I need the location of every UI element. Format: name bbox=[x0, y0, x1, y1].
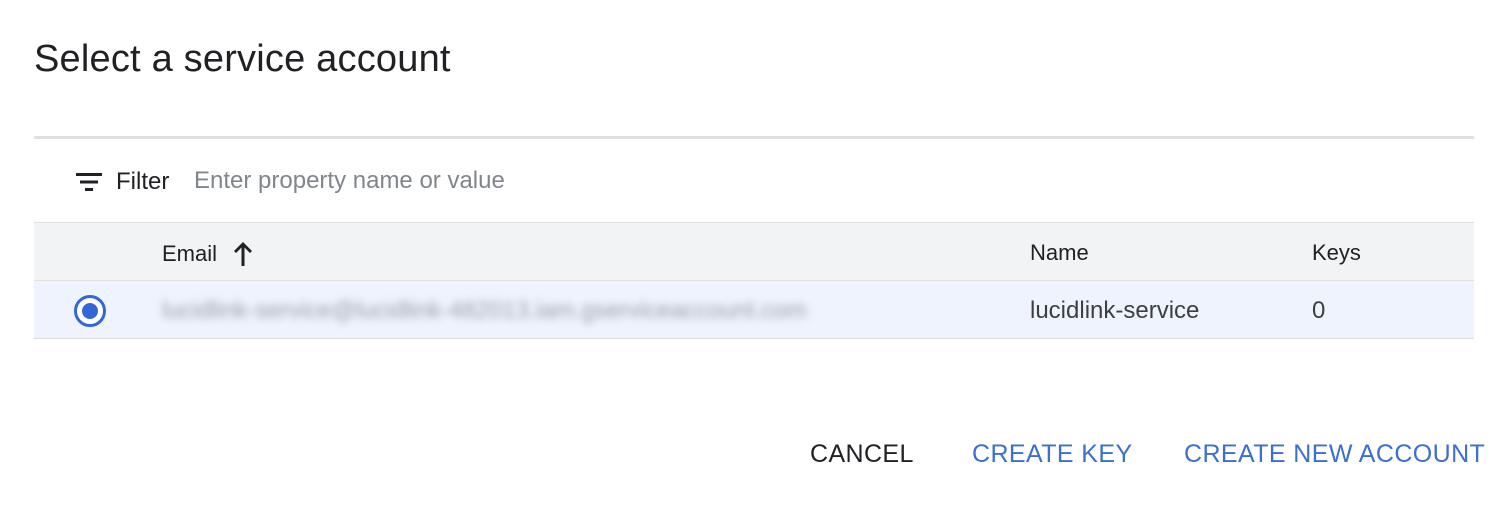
create-key-button[interactable]: CREATE KEY bbox=[972, 440, 1133, 469]
cell-email: lucidlink-service@lucidlink-482013.iam.g… bbox=[162, 297, 807, 324]
filter-label[interactable]: Filter bbox=[116, 168, 169, 196]
cell-keys: 0 bbox=[1312, 297, 1326, 324]
dialog-actions: CANCEL CREATE KEY CREATE NEW ACCOUNT bbox=[0, 440, 1510, 476]
create-new-account-button[interactable]: CREATE NEW ACCOUNT bbox=[1184, 440, 1485, 469]
arrow-up-icon[interactable] bbox=[231, 240, 255, 268]
filter-input[interactable] bbox=[194, 161, 894, 201]
filter-icon[interactable] bbox=[76, 172, 102, 192]
dialog-title: Select a service account bbox=[34, 38, 451, 80]
table-row[interactable]: lucidlink-service@lucidlink-482013.iam.g… bbox=[34, 281, 1474, 339]
column-header-keys[interactable]: Keys bbox=[1312, 240, 1361, 266]
column-header-email-label: Email bbox=[162, 241, 218, 266]
service-account-table: Email Name Keys lucidlink-service@lucidl… bbox=[34, 222, 1474, 339]
cancel-button[interactable]: CANCEL bbox=[810, 440, 914, 469]
table-header: Email Name Keys bbox=[34, 222, 1474, 281]
column-header-name[interactable]: Name bbox=[1030, 240, 1089, 266]
cell-name: lucidlink-service bbox=[1030, 297, 1200, 324]
column-header-email[interactable]: Email bbox=[162, 240, 255, 268]
row-radio-button[interactable] bbox=[74, 295, 106, 327]
radio-selected-dot bbox=[82, 303, 98, 319]
filter-bar: Filter bbox=[34, 139, 1474, 223]
